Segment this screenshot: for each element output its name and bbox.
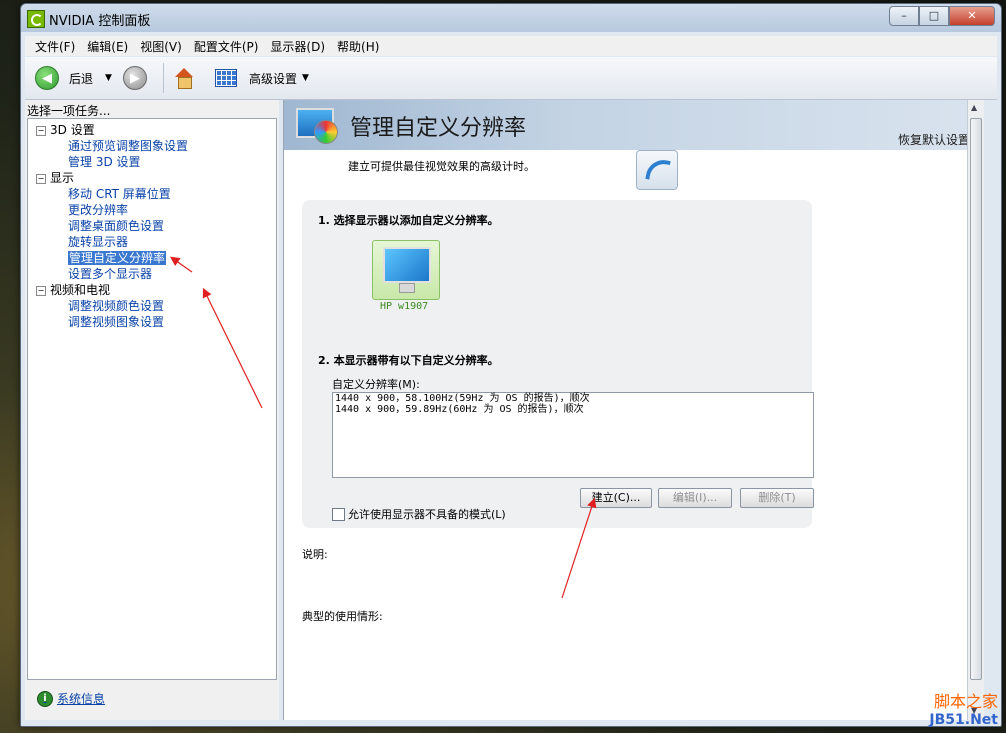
tree-item[interactable]: 调整桌面颜色设置 — [68, 217, 164, 234]
menu-bar: 文件(F) 编辑(E) 视图(V) 配置文件(P) 显示器(D) 帮助(H) — [25, 36, 997, 56]
tree-category[interactable]: −3D 设置 — [36, 121, 95, 138]
collapse-icon[interactable]: − — [36, 125, 46, 136]
nvidia-icon — [27, 10, 45, 28]
minimize-button[interactable]: – — [889, 6, 919, 26]
vertical-scrollbar[interactable]: ▲ ▼ — [967, 100, 984, 720]
monitor-stand — [399, 283, 415, 293]
toolbar-separator — [163, 63, 164, 93]
task-tree: −3D 设置 通过预览调整图象设置 管理 3D 设置 − 显示 移动 CRT 屏幕位置 更改… — [27, 118, 277, 680]
home-icon — [173, 67, 195, 89]
maximize-button[interactable]: □ — [919, 6, 949, 26]
menu-display[interactable]: 显示器(D) — [264, 38, 331, 55]
display-name: HP w1907 — [380, 301, 429, 312]
tree-item[interactable]: 更改分辨率 — [68, 201, 128, 218]
watermark: 脚本之家 JB51.Net — [929, 688, 998, 728]
back-label: 后退 — [69, 71, 94, 86]
display-selector[interactable] — [372, 240, 440, 300]
tree-label: 管理自定义分辨率 — [68, 251, 167, 265]
allow-modes-label: 允许使用显示器不具备的模式(L) — [348, 508, 506, 521]
resolution-item[interactable]: 1440 x 900，58.100Hz(59Hz 为 OS 的报告)，顺次 — [333, 393, 813, 404]
tree-label: 调整视频图象设置 — [68, 315, 165, 329]
menu-edit[interactable]: 编辑(E) — [81, 38, 134, 55]
usage-label: 典型的使用情形: — [302, 610, 383, 623]
home-button[interactable] — [173, 66, 195, 90]
back-button[interactable]: ◀ 后退 ▼ — [35, 66, 112, 90]
tree-label: 3D 设置 — [50, 123, 95, 137]
monitor-screen-icon — [383, 247, 431, 283]
tree-label: 调整桌面颜色设置 — [68, 219, 165, 233]
tree-item[interactable]: 管理 3D 设置 — [68, 153, 141, 170]
advanced-settings-label: 高级设置 — [249, 71, 298, 86]
tree-label: 调整视频颜色设置 — [68, 299, 165, 313]
system-info-label: 系统信息 — [57, 692, 106, 706]
title-bar[interactable]: NVIDIA 控制面板 – □ ✕ — [21, 4, 1001, 32]
forward-icon: ▶ — [123, 66, 147, 90]
tree-label: 视频和电视 — [50, 283, 111, 297]
nvidia-control-panel-window: NVIDIA 控制面板 – □ ✕ 文件(F) 编辑(E) 视图(V) 配置文件… — [20, 3, 1002, 727]
intro-text: 建立可提供最佳视觉效果的高级计时。 — [348, 160, 535, 173]
step2-heading: 2. 本显示器带有以下自定义分辨率。 — [318, 354, 499, 367]
tree-item[interactable]: 调整视频颜色设置 — [68, 297, 164, 314]
system-info-icon: i — [37, 690, 53, 707]
tree-label: 移动 CRT 屏幕位置 — [68, 187, 171, 201]
custom-resolution-label: 自定义分辨率(M): — [332, 378, 420, 391]
menu-profile[interactable]: 配置文件(P) — [188, 38, 265, 55]
watermark-line1: 脚本之家 — [933, 692, 998, 711]
collapse-icon[interactable]: − — [36, 173, 46, 184]
resolution-item[interactable]: 1440 x 900，59.89Hz(60Hz 为 OS 的报告)，顺次 — [333, 404, 813, 415]
close-button[interactable]: ✕ — [949, 6, 995, 26]
task-pane-header: 选择一项任务... — [27, 104, 111, 118]
allow-modes-checkbox[interactable]: 允许使用显示器不具备的模式(L) — [332, 506, 506, 522]
menu-help[interactable]: 帮助(H) — [331, 38, 385, 55]
create-button[interactable]: 建立(C)... — [580, 488, 652, 508]
tree-item[interactable]: 移动 CRT 屏幕位置 — [68, 185, 171, 202]
back-dropdown-icon[interactable]: ▼ — [105, 73, 112, 83]
delete-button[interactable]: 删除(T) — [740, 488, 814, 508]
collapse-icon[interactable]: − — [36, 285, 46, 296]
menu-file[interactable]: 文件(F) — [29, 38, 81, 55]
tree-label: 更改分辨率 — [68, 203, 129, 217]
advanced-settings-button[interactable]: 高级设置 ▼ — [215, 66, 309, 90]
grid-icon — [215, 69, 237, 87]
tree-item[interactable]: 设置多个显示器 — [68, 265, 152, 282]
custom-resolution-list[interactable]: 1440 x 900，58.100Hz(59Hz 为 OS 的报告)，顺次 14… — [332, 392, 814, 478]
page-title: 管理自定义分辨率 — [350, 116, 527, 141]
nvidia-badge-icon — [636, 150, 678, 190]
monitor-icon — [296, 106, 338, 144]
task-pane: 选择一项任务... −3D 设置 通过预览调整图象设置 管理 3D 设置 − 显示 移动 … — [25, 100, 279, 720]
tree-category[interactable]: − 显示 — [36, 169, 74, 186]
tree-item[interactable]: 旋转显示器 — [68, 233, 128, 250]
resolution-section: 1. 选择显示器以添加自定义分辨率。 HP w1907 2. 本显示器带有以下自… — [302, 200, 814, 528]
scroll-thumb[interactable] — [970, 118, 982, 680]
tree-category[interactable]: − 视频和电视 — [36, 281, 110, 298]
scroll-up-icon[interactable]: ▲ — [971, 103, 977, 112]
window-title: NVIDIA 控制面板 — [49, 14, 151, 29]
tree-item[interactable]: 通过预览调整图象设置 — [68, 137, 188, 154]
system-info-link[interactable]: i 系统信息 — [37, 690, 105, 707]
tree-label: 设置多个显示器 — [68, 267, 153, 281]
tree-label: 旋转显示器 — [68, 235, 129, 249]
tree-label: 通过预览调整图象设置 — [68, 139, 189, 153]
tree-item[interactable]: 调整视频图象设置 — [68, 313, 164, 330]
back-icon: ◀ — [35, 66, 59, 90]
watermark-line2: JB51.Net — [929, 712, 998, 728]
checkbox-box[interactable] — [332, 507, 345, 521]
menu-view[interactable]: 视图(V) — [134, 38, 188, 55]
page-banner: 管理自定义分辨率 恢复默认设置 — [284, 100, 984, 150]
step1-heading: 1. 选择显示器以添加自定义分辨率。 — [318, 214, 499, 227]
toolbar: ◀ 后退 ▼ ▶ 高级设置 ▼ — [25, 57, 997, 100]
tree-item[interactable]: 管理自定义分辨率 — [68, 249, 167, 266]
description-label: 说明: — [302, 548, 328, 561]
forward-button[interactable]: ▶ — [123, 66, 147, 90]
tree-label: 管理 3D 设置 — [68, 155, 141, 169]
edit-button[interactable]: 编辑(I)... — [658, 488, 732, 508]
content-pane: 管理自定义分辨率 恢复默认设置 建立可提供最佳视觉效果的高级计时。 1. 选择显… — [283, 100, 984, 720]
tree-label: 显示 — [50, 171, 75, 185]
advanced-dropdown-icon: ▼ — [302, 73, 309, 83]
restore-defaults-link[interactable]: 恢复默认设置 — [898, 131, 970, 148]
